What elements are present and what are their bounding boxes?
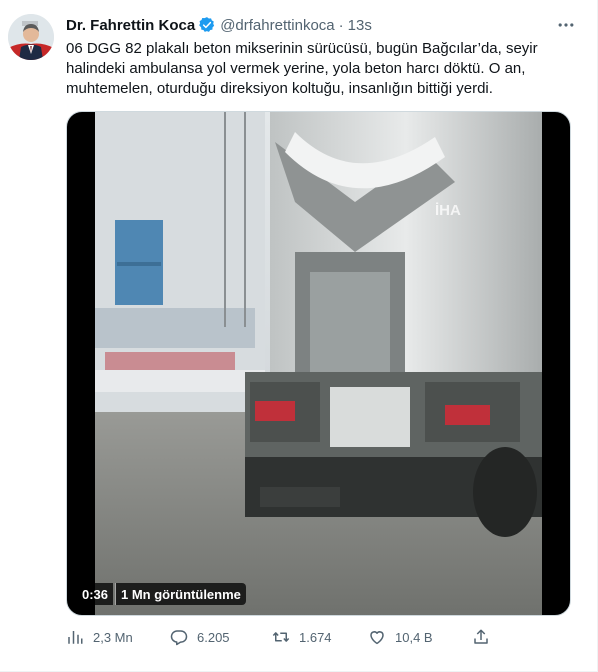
avatar-image [8, 14, 54, 60]
tweet-actions: 2,3 Mn 6.205 1.674 10,4 B [66, 626, 496, 648]
video-frame: İHA [95, 112, 542, 615]
share-icon [474, 629, 488, 644]
video-watermark: İHA [435, 202, 461, 219]
like-count: 10,4 B [395, 629, 433, 645]
video-player[interactable]: İHA 0:36 1 Mn görüntülenme [66, 111, 571, 616]
video-duration: 0:36 [77, 583, 114, 605]
tweet-text-line: muhtemelen, oturduğu direksiyon koltuğu,… [66, 80, 493, 97]
tweet-text-line: halindeki ambulansa yol vermek yerine, y… [66, 60, 526, 77]
analytics-icon [68, 631, 83, 644]
verified-badge-icon [198, 16, 216, 34]
analytics-count: 2,3 Mn [93, 629, 133, 645]
retweet-icon [272, 632, 290, 642]
more-options-icon[interactable] [553, 14, 579, 36]
reply-count: 6.205 [197, 629, 230, 645]
retweet-count: 1.674 [299, 629, 332, 645]
retweet-button[interactable]: 1.674 [272, 628, 332, 646]
share-button[interactable] [472, 628, 499, 646]
like-icon [370, 631, 384, 645]
tweet-text-line: 06 DGG 82 plakalı beton mikserinin sürüc… [66, 40, 538, 57]
tweet-text: 06 DGG 82 plakalı beton mikserinin sürüc… [66, 39, 571, 99]
video-view-count: 1 Mn görüntülenme [115, 583, 246, 605]
tweet-card[interactable]: Dr. Fahrettin Koca @drfahrettinkoca · 13… [0, 0, 598, 672]
analytics-button[interactable]: 2,3 Mn [66, 628, 133, 646]
tweet-header: Dr. Fahrettin Koca @drfahrettinkoca · 13… [66, 14, 372, 36]
like-button[interactable]: 10,4 B [368, 628, 433, 646]
reply-button[interactable]: 6.205 [170, 628, 230, 646]
display-name[interactable]: Dr. Fahrettin Koca [66, 17, 195, 34]
reply-icon [170, 630, 188, 646]
timestamp[interactable]: 13s [348, 17, 372, 34]
author-handle[interactable]: @drfahrettinkoca [220, 17, 334, 34]
separator-dot: · [338, 16, 344, 34]
avatar[interactable] [8, 14, 54, 60]
